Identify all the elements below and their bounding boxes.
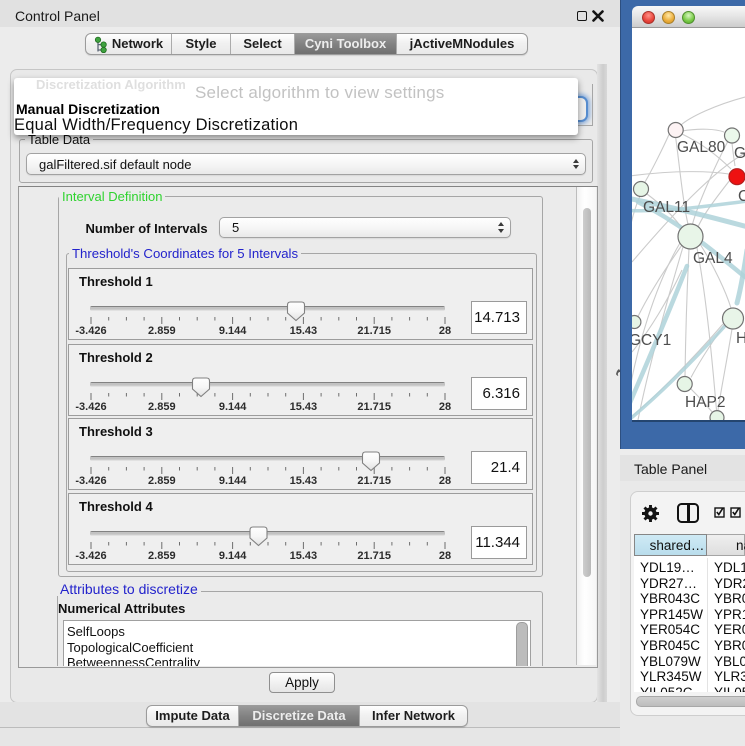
svg-text:GAL11: GAL11 xyxy=(643,199,690,216)
svg-text:G.: G. xyxy=(734,145,745,162)
svg-text:H: H xyxy=(736,330,745,347)
svg-text:GCY1: GCY1 xyxy=(632,332,671,349)
svg-text:GAL80: GAL80 xyxy=(677,139,726,156)
svg-text:C: C xyxy=(738,188,745,205)
svg-text:GAL4: GAL4 xyxy=(693,250,733,267)
svg-text:HAP2: HAP2 xyxy=(685,394,726,411)
